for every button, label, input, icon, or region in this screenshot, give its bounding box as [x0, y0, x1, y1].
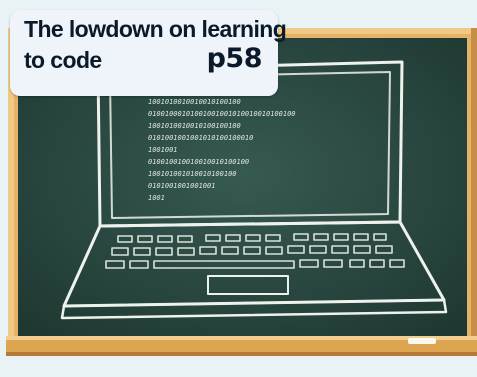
code-line: 1001	[148, 194, 165, 202]
article-teaser-box[interactable]: The lowdown on learning to code p58	[10, 10, 287, 96]
code-line: 1001001	[148, 146, 178, 154]
teaser-headline-line1: The lowdown on learning	[24, 16, 287, 42]
code-line: 01001000101001001001010010010100100	[148, 110, 296, 118]
code-line: 1001010010010010100100	[148, 98, 241, 106]
code-line: 010010010010010010100100	[148, 158, 249, 166]
chalk-tray	[6, 336, 477, 356]
code-line: 0101001001001010100100010	[148, 134, 253, 142]
code-line: 1001010010010100100100	[148, 122, 241, 130]
teaser-headline-line2: to code	[24, 47, 102, 73]
code-line: 0101001001001001	[148, 182, 215, 190]
page-reference: p58	[206, 43, 263, 74]
code-line: 100101001010010100100	[148, 170, 237, 178]
